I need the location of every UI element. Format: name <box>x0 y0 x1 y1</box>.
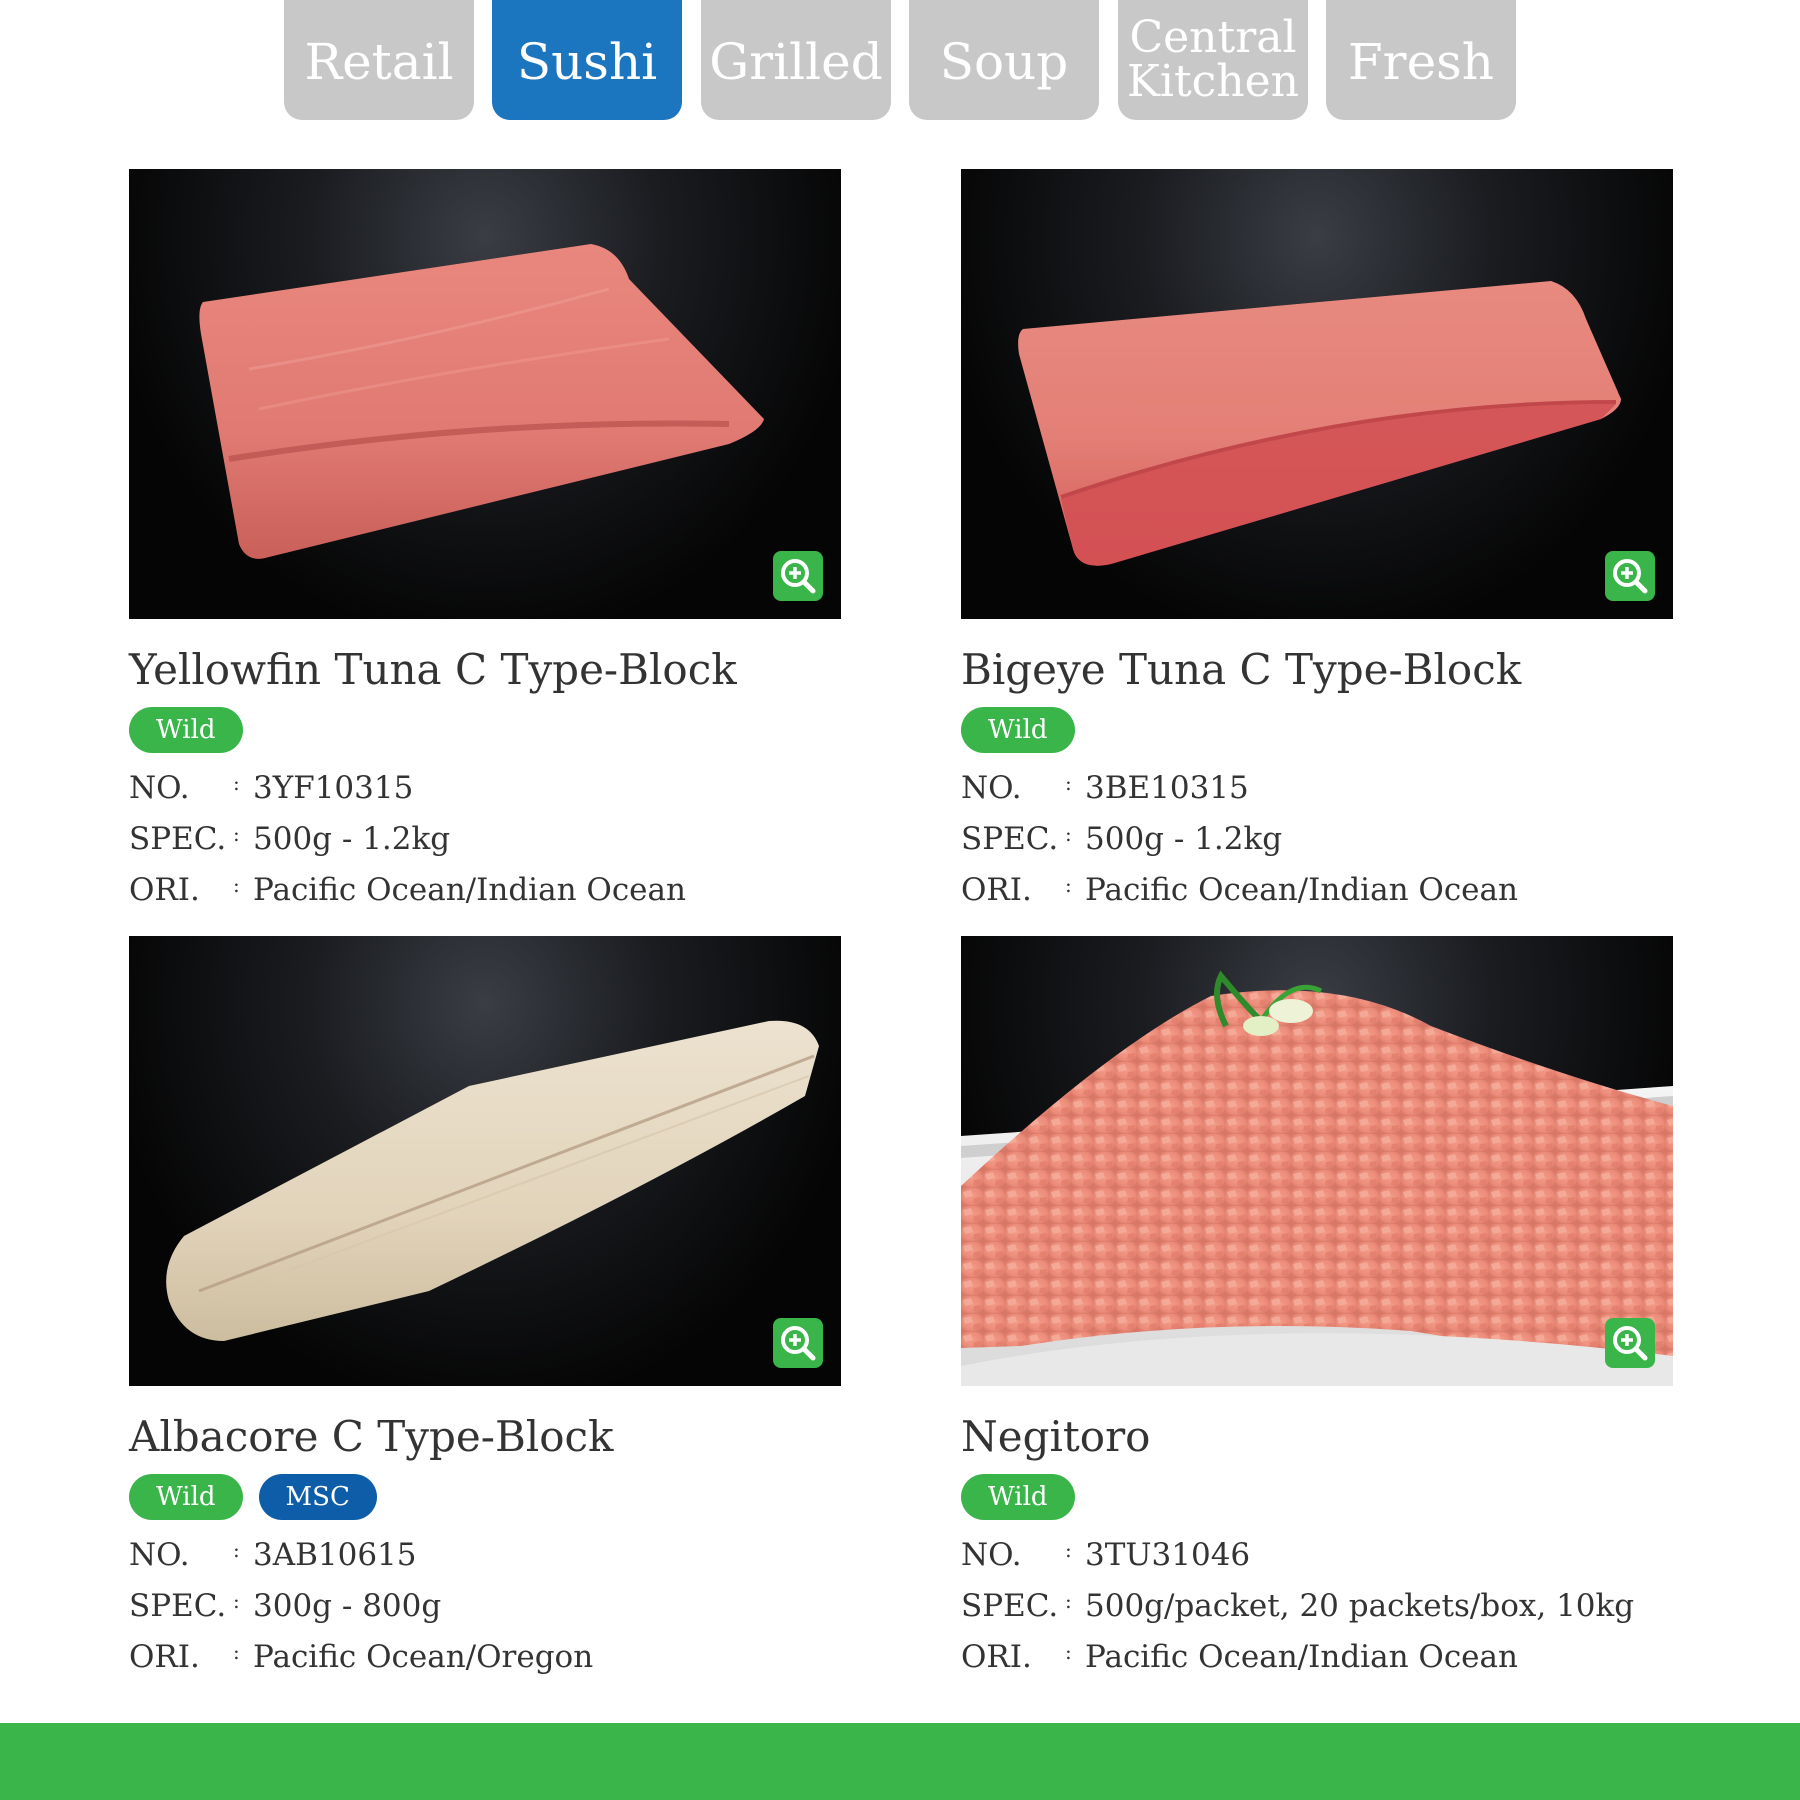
info-row-ori: ORI.: Pacific Ocean/Indian Ocean <box>961 1632 1673 1683</box>
badge-group: Wild <box>961 1474 1673 1520</box>
wild-badge: Wild <box>961 1474 1075 1520</box>
product-card: Bigeye Tuna C Type-Block Wild NO.:3BE103… <box>961 169 1673 916</box>
product-number: 3BE10315 <box>1085 770 1249 806</box>
field-label: SPEC. <box>129 1588 227 1624</box>
tab-fresh[interactable]: Fresh <box>1326 0 1516 120</box>
wild-badge: Wild <box>961 707 1075 753</box>
product-number: 3AB10615 <box>253 1537 417 1573</box>
field-colon: : <box>1065 822 1072 846</box>
field-label: ORI. <box>961 1639 1032 1675</box>
info-row-ori: ORI.: Pacific Ocean/Oregon <box>129 1632 841 1683</box>
field-colon: : <box>233 1640 240 1664</box>
product-info: NO.:3BE10315 SPEC.:500g - 1.2kg ORI.: Pac… <box>961 763 1673 916</box>
field-label: SPEC. <box>961 821 1059 857</box>
field-colon: : <box>233 1589 240 1613</box>
info-row-no: NO.:3YF10315 <box>129 763 841 814</box>
product-card: Albacore C Type-Block Wild MSC NO.:3AB10… <box>129 936 841 1683</box>
zoom-in-icon[interactable] <box>773 1318 823 1368</box>
tab-grilled[interactable]: Grilled <box>701 0 891 120</box>
product-card: Yellowfin Tuna C Type-Block Wild NO.:3YF… <box>129 169 841 916</box>
product-title[interactable]: Bigeye Tuna C Type-Block <box>961 647 1673 693</box>
product-spec: 500g/packet, 20 packets/box, 10kg <box>1085 1588 1635 1624</box>
tab-soup[interactable]: Soup <box>909 0 1099 120</box>
field-colon: : <box>1065 771 1072 795</box>
field-label: ORI. <box>129 872 200 908</box>
product-title[interactable]: Negitoro <box>961 1414 1673 1460</box>
product-image-albacore[interactable] <box>129 936 841 1386</box>
wild-badge: Wild <box>129 1474 243 1520</box>
product-spec: 300g - 800g <box>253 1588 442 1624</box>
product-image-bigeye[interactable] <box>961 169 1673 619</box>
field-colon: : <box>1065 1589 1072 1613</box>
bigeye-tuna-block-image <box>1018 281 1621 566</box>
product-spec: 500g - 1.2kg <box>1085 821 1283 857</box>
badge-group: Wild <box>961 707 1673 753</box>
field-colon: : <box>1065 873 1072 897</box>
product-info: NO.:3YF10315 SPEC.:500g - 1.2kg ORI.: Pac… <box>129 763 841 916</box>
tab-sushi[interactable]: Sushi <box>492 0 682 120</box>
product-number: 3TU31046 <box>1085 1537 1251 1573</box>
product-image-yellowfin[interactable] <box>129 169 841 619</box>
info-row-spec: SPEC.:300g - 800g <box>129 1581 841 1632</box>
field-label: NO. <box>129 770 190 806</box>
product-info: NO.:3TU31046 SPEC.:500g/packet, 20 packe… <box>961 1530 1673 1683</box>
field-colon: : <box>233 771 240 795</box>
info-row-ori: ORI.: Pacific Ocean/Indian Ocean <box>129 865 841 916</box>
product-origin: Pacific Ocean/Oregon <box>253 1639 594 1675</box>
info-row-no: NO.:3TU31046 <box>961 1530 1673 1581</box>
info-row-spec: SPEC.:500g/packet, 20 packets/box, 10kg <box>961 1581 1673 1632</box>
msc-badge: MSC <box>258 1474 377 1520</box>
negitoro-bowl-image <box>961 970 1673 1386</box>
field-colon: : <box>1065 1538 1072 1562</box>
field-label: SPEC. <box>129 821 227 857</box>
field-label: NO. <box>961 770 1022 806</box>
product-spec: 500g - 1.2kg <box>253 821 451 857</box>
field-label: ORI. <box>961 872 1032 908</box>
product-origin: Pacific Ocean/Indian Ocean <box>1085 872 1518 908</box>
product-origin: Pacific Ocean/Indian Ocean <box>1085 1639 1518 1675</box>
badge-group: Wild MSC <box>129 1474 841 1520</box>
zoom-in-icon[interactable] <box>773 551 823 601</box>
info-row-no: NO.:3BE10315 <box>961 763 1673 814</box>
field-colon: : <box>233 873 240 897</box>
field-colon: : <box>233 1538 240 1562</box>
zoom-in-icon[interactable] <box>1605 1318 1655 1368</box>
field-label: SPEC. <box>961 1588 1059 1624</box>
product-origin: Pacific Ocean/Indian Ocean <box>253 872 686 908</box>
field-label: NO. <box>129 1537 190 1573</box>
badge-group: Wild <box>129 707 841 753</box>
field-colon: : <box>233 822 240 846</box>
field-label: NO. <box>961 1537 1022 1573</box>
product-number: 3YF10315 <box>253 770 414 806</box>
category-tabs: Retail Sushi Grilled Soup Central Kitche… <box>284 0 1516 120</box>
tab-central-kitchen[interactable]: Central Kitchen <box>1118 0 1308 120</box>
albacore-block-image <box>166 1020 820 1341</box>
product-title[interactable]: Yellowfin Tuna C Type-Block <box>129 647 841 693</box>
info-row-spec: SPEC.:500g - 1.2kg <box>961 814 1673 865</box>
field-label: ORI. <box>129 1639 200 1675</box>
info-row-ori: ORI.: Pacific Ocean/Indian Ocean <box>961 865 1673 916</box>
field-colon: : <box>1065 1640 1072 1664</box>
product-card: Negitoro Wild NO.:3TU31046 SPEC.:500g/pa… <box>961 936 1673 1683</box>
product-title[interactable]: Albacore C Type-Block <box>129 1414 841 1460</box>
info-row-no: NO.:3AB10615 <box>129 1530 841 1581</box>
wild-badge: Wild <box>129 707 243 753</box>
tab-retail[interactable]: Retail <box>284 0 474 120</box>
footer-bar <box>0 1723 1800 1800</box>
info-row-spec: SPEC.:500g - 1.2kg <box>129 814 841 865</box>
product-info: NO.:3AB10615 SPEC.:300g - 800g ORI.: Paci… <box>129 1530 841 1683</box>
yellowfin-tuna-block-image <box>199 244 764 559</box>
product-image-negitoro[interactable] <box>961 936 1673 1386</box>
zoom-in-icon[interactable] <box>1605 551 1655 601</box>
